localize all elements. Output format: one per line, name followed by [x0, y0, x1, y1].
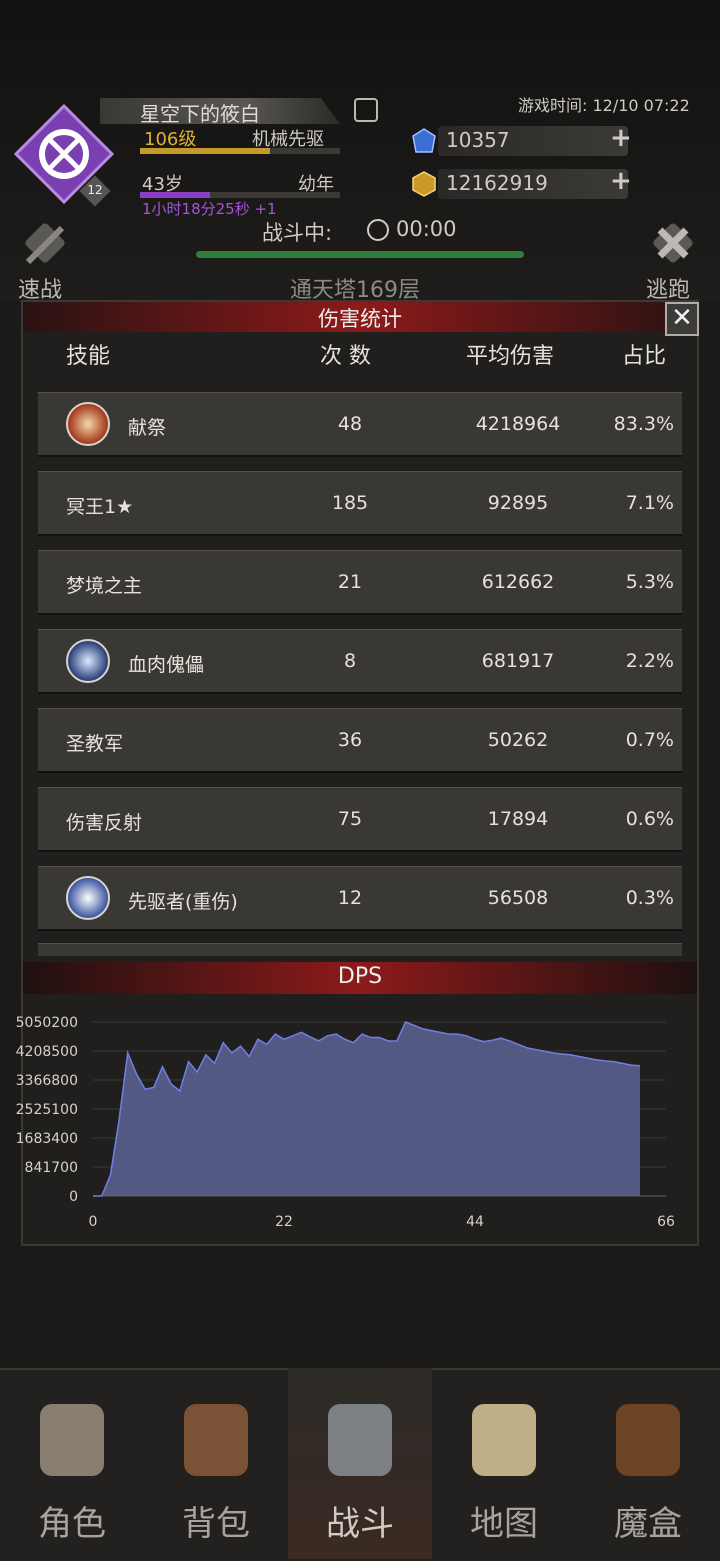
- backpack-icon: [184, 1404, 248, 1476]
- dps-chart: 0 841700 1683400 2525100 3366800 4208500 50502…: [16, 1015, 675, 1230]
- skill-name: 伤害反射: [66, 812, 143, 834]
- skill-name: 冥王1★: [66, 496, 134, 518]
- header-skill: 技能: [66, 344, 111, 369]
- xp-bar-fill: [140, 148, 270, 154]
- nav-label: 角色: [38, 1504, 106, 1544]
- table-row[interactable]: 圣教军 36 50262 0.7%: [38, 708, 682, 771]
- helmet-icon: [40, 1404, 104, 1476]
- gold-gem-value: 12162919: [446, 171, 548, 195]
- pioneer-icon: [66, 876, 110, 920]
- level-badge-text: 12: [87, 183, 103, 197]
- nav-label: 地图: [470, 1504, 538, 1544]
- x-tick-label: 22: [275, 1214, 293, 1230]
- table-row[interactable]: 伤害反射 75 17894 0.6%: [38, 787, 682, 850]
- table-row[interactable]: 血肉傀儡 8 681917 2.2%: [38, 629, 682, 692]
- nav-item-0[interactable]: 角色: [0, 1368, 144, 1559]
- y-tick-label: 0: [69, 1189, 78, 1205]
- skill-percent: 7.1%: [625, 492, 674, 514]
- sword-shield-icon: [328, 1404, 392, 1476]
- table-row[interactable]: 冥王1★ 185 92895 7.1%: [38, 471, 682, 534]
- skill-avg-damage: 56508: [487, 887, 549, 909]
- skill-percent: 2.2%: [625, 650, 674, 672]
- nav-label: 战斗: [326, 1504, 394, 1544]
- stopwatch-icon: [367, 219, 389, 241]
- quick-fight-icon: [25, 223, 65, 265]
- flesh-puppet-icon: [66, 639, 110, 683]
- table-row-partial: [38, 943, 682, 956]
- skill-avg-damage: 681917: [481, 650, 555, 672]
- nav-item-2[interactable]: 战斗: [288, 1368, 432, 1559]
- skill-name: 血肉傀儡: [128, 654, 205, 676]
- skill-name: 献祭: [128, 417, 167, 439]
- y-tick-label: 841700: [25, 1160, 78, 1176]
- game-time: 游戏时间: 12/10 07:22: [518, 96, 690, 115]
- table-row[interactable]: 献祭 48 4218964 83.3%: [38, 392, 682, 455]
- dps-area: [93, 1022, 640, 1196]
- scroll-map-icon: [472, 1404, 536, 1476]
- skill-avg-damage: 17894: [487, 808, 549, 830]
- x-tick-label: 66: [657, 1214, 675, 1230]
- x-tick-label: 0: [89, 1214, 98, 1230]
- nav-item-3[interactable]: 地图: [432, 1368, 576, 1559]
- table-row[interactable]: 梦境之主 21 612662 5.3%: [38, 550, 682, 613]
- header-avg-damage: 平均伤害: [466, 344, 555, 369]
- skill-count: 185: [331, 492, 369, 514]
- table-row[interactable]: 先驱者(重伤) 12 56508 0.3%: [38, 866, 682, 929]
- skill-percent: 83.3%: [613, 413, 674, 435]
- skill-avg-damage: 50262: [487, 729, 549, 751]
- nav-item-1[interactable]: 背包: [144, 1368, 288, 1559]
- blue-gem-icon: [412, 128, 436, 153]
- skill-percent: 5.3%: [625, 571, 674, 593]
- chart-title: DPS: [337, 964, 383, 989]
- gold-gem-icon: [412, 171, 436, 197]
- skill-avg-damage: 4218964: [475, 413, 561, 435]
- escape-icon: [653, 223, 693, 263]
- skill-count: 36: [337, 729, 363, 751]
- close-button[interactable]: ✕: [665, 302, 699, 336]
- x-tick-label: 44: [466, 1214, 484, 1230]
- skill-percent: 0.7%: [625, 729, 674, 751]
- nav-label: 魔盒: [614, 1504, 682, 1544]
- header-count: 次 数: [320, 344, 371, 369]
- blue-gem-value: 10357: [446, 128, 510, 152]
- skill-name: 梦境之主: [66, 575, 143, 597]
- battle-status: 战斗中:: [262, 221, 333, 245]
- skill-count: 48: [337, 413, 363, 435]
- nav-label: 背包: [182, 1504, 250, 1544]
- y-tick-label: 4208500: [16, 1044, 78, 1060]
- header-percent: 占比: [622, 344, 667, 369]
- battle-progress-bar: [196, 251, 524, 258]
- skill-avg-damage: 612662: [481, 571, 555, 593]
- add-gold-gem-button[interactable]: +: [610, 166, 632, 196]
- skill-count: 21: [337, 571, 363, 593]
- sacrifice-icon: [66, 402, 110, 446]
- skill-name: 圣教军: [66, 733, 124, 755]
- player-name: 星空下的筱白: [140, 102, 260, 126]
- battle-timer: 00:00: [396, 217, 457, 241]
- skill-count: 75: [337, 808, 363, 830]
- skill-count: 12: [337, 887, 363, 909]
- nav-item-4[interactable]: 魔盒: [576, 1368, 720, 1559]
- y-tick-label: 1683400: [16, 1131, 78, 1147]
- edit-icon[interactable]: [354, 98, 378, 122]
- skill-percent: 0.3%: [625, 887, 674, 909]
- y-tick-label: 2525100: [16, 1102, 78, 1118]
- damage-stats-title: 伤害统计: [318, 307, 402, 331]
- y-tick-label: 5050200: [16, 1015, 78, 1031]
- magic-box-icon: [616, 1404, 680, 1476]
- skill-name: 先驱者(重伤): [128, 891, 238, 913]
- skill-percent: 0.6%: [625, 808, 674, 830]
- y-tick-label: 3366800: [16, 1073, 78, 1089]
- skill-count: 8: [343, 650, 357, 672]
- lifetime: 1小时18分25秒 +1: [142, 200, 277, 218]
- skill-avg-damage: 92895: [487, 492, 549, 514]
- add-blue-gem-button[interactable]: +: [610, 123, 632, 153]
